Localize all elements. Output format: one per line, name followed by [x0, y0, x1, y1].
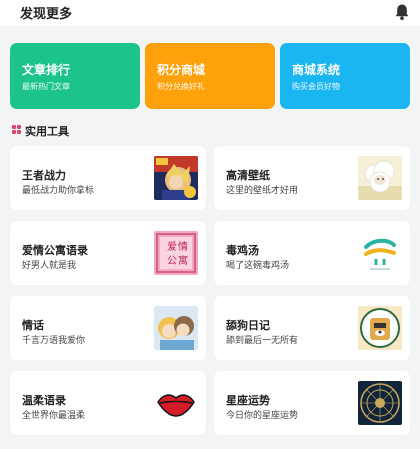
- couple-illustration: [154, 306, 198, 350]
- tool-subtitle: 千言万语我爱你: [22, 336, 86, 346]
- tool-subtitle: 最低战力助你拿标: [22, 186, 95, 196]
- poster-char: 情: [178, 240, 188, 253]
- tool-subtitle: 舔到最后一无所有: [226, 336, 299, 346]
- card-points-mall[interactable]: 积分商城 积分兑换好礼: [145, 43, 275, 109]
- dog-diary-image: [358, 306, 402, 350]
- poster-char: 公: [167, 256, 177, 267]
- sheep-wallpaper-image: [358, 156, 402, 200]
- tool-item-love-words[interactable]: 情话 千言万语我爱你: [10, 296, 206, 360]
- hero-game-image: [154, 156, 198, 200]
- bell-icon[interactable]: [394, 3, 410, 21]
- tool-item-horoscope[interactable]: 星座运势 今日你的星座运势: [214, 371, 410, 435]
- poster-char: 寓: [178, 254, 188, 267]
- tool-subtitle: 今日你的星座运势: [226, 411, 299, 421]
- card-title: 文章排行: [22, 63, 71, 77]
- card-shop-system[interactable]: 商城系统 购买会员好物: [280, 43, 410, 109]
- card-subtitle: 最新热门文章: [22, 82, 70, 91]
- tool-item-dog-diary[interactable]: 舔狗日记 舔到最后一无所有: [214, 296, 410, 360]
- tool-item-poison-soup[interactable]: 毒鸡汤 喝了这碗毒鸡汤: [214, 221, 410, 285]
- grid-icon: [12, 125, 22, 135]
- tool-title: 爱情公寓语录: [22, 244, 88, 257]
- tool-title: 王者战力: [22, 169, 66, 182]
- tool-title: 星座运势: [226, 394, 270, 407]
- top-header: 发现更多: [0, 0, 420, 26]
- card-title: 积分商城: [157, 63, 206, 77]
- tool-title: 高清壁纸: [226, 169, 270, 182]
- section-title: 实用工具: [25, 125, 69, 138]
- tool-item-love-apartment[interactable]: 爱情公寓语录 好男人就是我 爱 情 公 寓: [10, 221, 206, 285]
- poster-char: 爱: [167, 240, 177, 253]
- card-title: 商城系统: [292, 63, 341, 77]
- tool-title: 舔狗日记: [226, 319, 270, 332]
- tool-title: 情话: [22, 319, 44, 332]
- card-article-ranking[interactable]: 文章排行 最新热门文章: [10, 43, 140, 109]
- tool-subtitle: 好男人就是我: [22, 261, 77, 271]
- tool-title: 温柔语录: [22, 394, 66, 407]
- soup-logo-image: [358, 231, 402, 275]
- tool-subtitle: 全世界你最温柔: [22, 411, 86, 421]
- red-lips-icon: [154, 381, 198, 425]
- tool-title: 毒鸡汤: [226, 244, 259, 257]
- tool-item-hero-power[interactable]: 王者战力 最低战力助你拿标: [10, 146, 206, 210]
- card-subtitle: 积分兑换好礼: [157, 82, 205, 91]
- tool-item-gentle-quotes[interactable]: 温柔语录 全世界你最温柔: [10, 371, 206, 435]
- tool-subtitle: 这里的壁纸才好用: [226, 186, 299, 196]
- tool-item-wallpaper[interactable]: 高清壁纸 这里的壁纸才好用: [214, 146, 410, 210]
- page-title: 发现更多: [20, 7, 73, 22]
- card-subtitle: 购买会员好物: [292, 82, 340, 91]
- tool-subtitle: 喝了这碗毒鸡汤: [226, 261, 290, 271]
- feature-cards: 文章排行 最新热门文章 积分商城 积分兑换好礼 商城系统 购买会员好物: [10, 43, 410, 109]
- zodiac-wheel-image: [358, 381, 402, 425]
- love-apartment-poster: 爱 情 公 寓: [154, 231, 198, 275]
